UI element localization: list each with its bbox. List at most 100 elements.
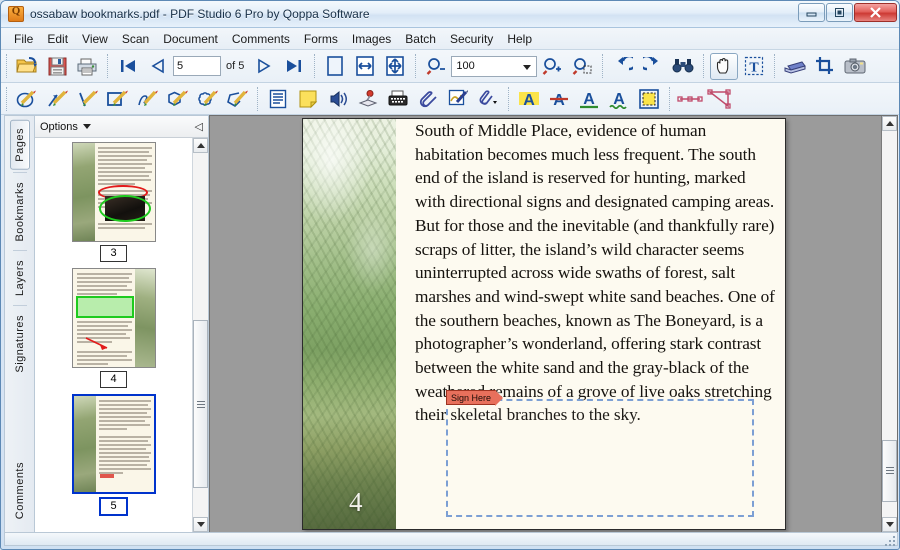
menu-batch[interactable]: Batch — [398, 29, 443, 49]
sidebar-tab-bookmarks[interactable]: Bookmarks — [11, 175, 29, 249]
first-page-icon[interactable] — [114, 53, 142, 80]
menu-forms[interactable]: Forms — [297, 29, 345, 49]
sidebar-tab-pages[interactable]: Pages — [10, 120, 30, 170]
pdf-page[interactable]: 4 South of Middle Place, evidence of hum… — [302, 118, 786, 530]
document-viewer[interactable]: 4 South of Middle Place, evidence of hum… — [209, 115, 898, 533]
fit-visible-icon[interactable] — [381, 53, 409, 80]
menu-view[interactable]: View — [75, 29, 115, 49]
text-selection-tool-icon[interactable]: T — [740, 53, 768, 80]
minimize-button[interactable] — [798, 3, 825, 22]
underline-text-icon[interactable]: A — [575, 85, 603, 112]
ink-annotation-icon[interactable] — [133, 85, 161, 112]
sticky-note-icon[interactable] — [294, 85, 322, 112]
signature-annotation-icon[interactable] — [444, 85, 472, 112]
page-thumbnail-label-5[interactable]: 5 — [99, 497, 127, 516]
polyline-annotation-icon[interactable] — [223, 85, 251, 112]
menu-security[interactable]: Security — [443, 29, 500, 49]
document-canvas[interactable]: 4 South of Middle Place, evidence of hum… — [210, 116, 881, 532]
menu-images[interactable]: Images — [345, 29, 398, 49]
svg-text:T: T — [750, 61, 760, 76]
zoom-to-area-icon[interactable] — [568, 53, 596, 80]
typewriter-annotation-icon[interactable] — [384, 85, 412, 112]
list-item[interactable]: 3 — [72, 142, 156, 262]
scroll-up-arrow-icon[interactable] — [193, 138, 208, 153]
scroll-up-arrow-icon[interactable] — [882, 116, 897, 131]
toolbar-separator — [107, 54, 108, 78]
strikeout-text-icon[interactable]: A — [545, 85, 573, 112]
page-thumbnail-label-4[interactable]: 4 — [100, 371, 126, 388]
search-icon[interactable] — [669, 53, 697, 80]
save-icon[interactable] — [43, 53, 71, 80]
sidebar-tab-layers[interactable]: Layers — [11, 253, 29, 303]
scroll-down-arrow-icon[interactable] — [193, 517, 208, 532]
menu-comments[interactable]: Comments — [225, 29, 297, 49]
thumbnail-photo — [135, 269, 155, 367]
rectangle-annotation-green — [76, 296, 134, 318]
zoom-out-icon[interactable] — [422, 53, 450, 80]
polygon-annotation-icon[interactable] — [163, 85, 191, 112]
menu-edit[interactable]: Edit — [40, 29, 75, 49]
resize-grip-icon[interactable] — [882, 533, 895, 546]
previous-page-icon[interactable] — [144, 53, 172, 80]
window-controls — [798, 3, 897, 22]
stamp-annotation-icon[interactable] — [354, 85, 382, 112]
ellipse-annotation-icon[interactable] — [13, 85, 41, 112]
measure-perimeter-icon[interactable] — [706, 85, 734, 112]
fit-width-icon[interactable] — [351, 53, 379, 80]
rotate-counter-clockwise-icon[interactable] — [609, 53, 637, 80]
menu-scan[interactable]: Scan — [115, 29, 156, 49]
squiggly-text-icon[interactable]: A — [605, 85, 633, 112]
text-replace-icon[interactable] — [635, 85, 663, 112]
cloud-annotation-icon[interactable] — [193, 85, 221, 112]
list-item[interactable]: 5 — [72, 394, 156, 516]
crop-icon[interactable] — [811, 53, 839, 80]
text-box-annotation-icon[interactable] — [264, 85, 292, 112]
page-thumbnail-5[interactable] — [72, 394, 156, 494]
sign-here-tag[interactable]: Sign Here — [446, 390, 496, 405]
scan-icon[interactable] — [781, 53, 809, 80]
signature-form-field[interactable]: Sign Here — [446, 399, 754, 517]
sidebar-tab-signatures[interactable]: Signatures — [11, 308, 29, 380]
zoom-in-icon[interactable] — [538, 53, 566, 80]
scroll-thumb[interactable] — [193, 320, 208, 487]
menu-help[interactable]: Help — [500, 29, 539, 49]
page-number-input[interactable]: 5 — [173, 56, 221, 76]
attach-menu-icon[interactable] — [474, 85, 502, 112]
page-thumbnail-label-3[interactable]: 3 — [100, 245, 126, 262]
collapse-panel-button[interactable]: ◁ — [195, 120, 203, 133]
toolbar-separator — [6, 87, 7, 111]
options-menu-label[interactable]: Options — [40, 121, 78, 133]
open-icon[interactable] — [13, 53, 41, 80]
last-page-icon[interactable] — [280, 53, 308, 80]
rectangle-annotation-icon[interactable] — [103, 85, 131, 112]
next-page-icon[interactable] — [250, 53, 278, 80]
maximize-button[interactable] — [826, 3, 853, 22]
zoom-level-combo[interactable]: 100 — [451, 56, 537, 77]
arrow-annotation-icon[interactable] — [43, 85, 71, 112]
sound-annotation-icon[interactable] — [324, 85, 352, 112]
sidebar-tab-comments[interactable]: Comments — [11, 455, 29, 526]
page-thumbnail-3[interactable] — [72, 142, 156, 242]
page-thumbnail-4[interactable] — [72, 268, 156, 368]
scroll-down-arrow-icon[interactable] — [882, 517, 897, 532]
file-attachment-icon[interactable] — [414, 85, 442, 112]
pages-panel-scrollbar[interactable] — [192, 138, 208, 532]
document-scrollbar[interactable] — [881, 116, 897, 532]
chevron-down-icon[interactable] — [83, 124, 91, 129]
thumbnail-text-lines — [77, 351, 132, 367]
hand-tool-icon[interactable] — [710, 53, 738, 80]
scroll-thumb[interactable] — [882, 440, 897, 502]
highlight-text-icon[interactable]: A — [515, 85, 543, 112]
menu-document[interactable]: Document — [156, 29, 225, 49]
scroll-track[interactable] — [882, 131, 897, 517]
rotate-clockwise-icon[interactable] — [639, 53, 667, 80]
menu-file[interactable]: File — [7, 29, 40, 49]
fit-page-icon[interactable] — [321, 53, 349, 80]
print-icon[interactable] — [73, 53, 101, 80]
scroll-track[interactable] — [193, 153, 208, 517]
list-item[interactable]: 4 — [72, 268, 156, 388]
measure-distance-icon[interactable] — [676, 85, 704, 112]
line-annotation-icon[interactable] — [73, 85, 101, 112]
close-button[interactable] — [854, 3, 897, 22]
snapshot-icon[interactable] — [841, 53, 869, 80]
